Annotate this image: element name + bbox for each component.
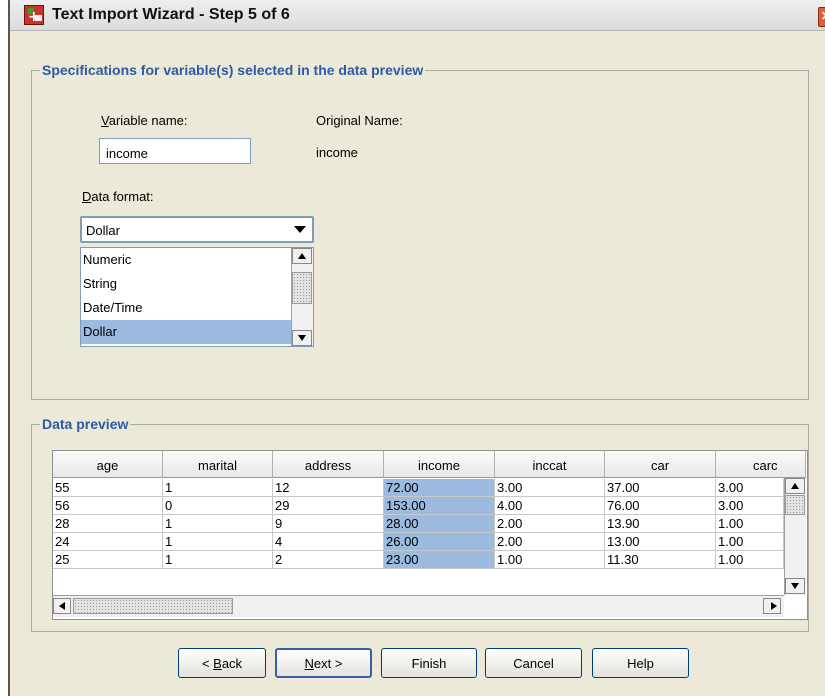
arrow-up-icon bbox=[791, 483, 799, 489]
column-header-income[interactable]: income bbox=[384, 451, 495, 478]
table-cell[interactable]: 37.00 bbox=[605, 479, 716, 497]
table-cell[interactable]: 3.00 bbox=[716, 497, 784, 515]
table-cell[interactable]: 1.00 bbox=[716, 533, 784, 551]
variable-name-input[interactable]: income bbox=[99, 138, 251, 164]
table-cell[interactable]: 1.00 bbox=[495, 551, 605, 569]
help-button[interactable]: Help bbox=[592, 648, 689, 678]
table-cell[interactable]: 1 bbox=[163, 551, 273, 569]
chevron-down-icon[interactable] bbox=[294, 226, 306, 233]
table-cell[interactable]: 25 bbox=[53, 551, 163, 569]
column-header-age[interactable]: age bbox=[53, 451, 163, 478]
table-cell[interactable]: 0 bbox=[163, 497, 273, 515]
data-preview-grid[interactable]: age marital address income inccat car ca… bbox=[52, 450, 808, 620]
close-button[interactable]: ✕ bbox=[818, 7, 825, 27]
original-name-label: Original Name: bbox=[316, 113, 403, 128]
scroll-thumb[interactable] bbox=[292, 272, 312, 304]
finish-button[interactable]: Finish bbox=[381, 648, 477, 678]
scroll-left-button[interactable] bbox=[53, 598, 71, 614]
list-vertical-scrollbar[interactable] bbox=[291, 248, 313, 346]
window-title: Text Import Wizard - Step 5 of 6 bbox=[52, 6, 290, 23]
table-cell-selected[interactable]: 153.00 bbox=[384, 497, 495, 515]
table-cell[interactable]: 1 bbox=[163, 479, 273, 497]
format-option-date-time[interactable]: Date/Time bbox=[81, 296, 291, 320]
table-cell[interactable]: 13.00 bbox=[605, 533, 716, 551]
back-button[interactable]: < Back bbox=[178, 648, 266, 678]
scroll-up-button[interactable] bbox=[785, 478, 805, 494]
table-cell[interactable]: 2 bbox=[273, 551, 384, 569]
specifications-group-label: Specifications for variable(s) selected … bbox=[40, 62, 426, 78]
table-cell[interactable]: 1 bbox=[163, 515, 273, 533]
grid-horizontal-scrollbar[interactable] bbox=[53, 595, 784, 617]
table-cell[interactable]: 3.00 bbox=[716, 479, 784, 497]
format-option-dollar[interactable]: Dollar bbox=[81, 320, 291, 344]
column-header-inccat[interactable]: inccat bbox=[495, 451, 605, 478]
scroll-right-button[interactable] bbox=[763, 598, 781, 614]
data-format-selected-value: Dollar bbox=[86, 223, 120, 238]
table-cell[interactable]: 9 bbox=[273, 515, 384, 533]
table-cell[interactable]: 13.90 bbox=[605, 515, 716, 533]
variable-name-label: Variable name: bbox=[101, 113, 188, 128]
data-format-label: Data format: bbox=[82, 189, 154, 204]
format-option-numeric[interactable]: Numeric bbox=[81, 248, 291, 272]
next-button[interactable]: Next > bbox=[275, 648, 372, 678]
original-name-value: income bbox=[316, 145, 358, 160]
arrow-up-icon bbox=[298, 253, 306, 259]
cancel-button[interactable]: Cancel bbox=[485, 648, 582, 678]
arrow-left-icon bbox=[59, 602, 65, 610]
table-cell[interactable]: 24 bbox=[53, 533, 163, 551]
table-cell[interactable]: 1.00 bbox=[716, 551, 784, 569]
table-cell[interactable]: 28 bbox=[53, 515, 163, 533]
arrow-right-icon bbox=[771, 602, 777, 610]
table-cell-selected[interactable]: 72.00 bbox=[384, 479, 495, 497]
spss-data-icon: + bbox=[24, 5, 44, 25]
table-cell[interactable]: 4 bbox=[273, 533, 384, 551]
table-cell[interactable]: 3.00 bbox=[495, 479, 605, 497]
table-cell[interactable]: 55 bbox=[53, 479, 163, 497]
title-bar[interactable]: + Text Import Wizard - Step 5 of 6 ✕ bbox=[10, 0, 825, 31]
table-cell[interactable]: 29 bbox=[273, 497, 384, 515]
table-cell[interactable]: 4.00 bbox=[495, 497, 605, 515]
table-cell[interactable]: 56 bbox=[53, 497, 163, 515]
table-cell[interactable]: 1 bbox=[163, 533, 273, 551]
table-cell-selected[interactable]: 28.00 bbox=[384, 515, 495, 533]
table-cell-selected[interactable]: 26.00 bbox=[384, 533, 495, 551]
grid-vertical-scrollbar[interactable] bbox=[784, 478, 806, 595]
scroll-down-button[interactable] bbox=[292, 330, 312, 346]
arrow-down-icon bbox=[791, 583, 799, 589]
table-cell[interactable]: 2.00 bbox=[495, 515, 605, 533]
data-format-list[interactable]: Numeric String Date/Time Dollar bbox=[80, 247, 314, 347]
scroll-thumb[interactable] bbox=[73, 598, 233, 614]
table-cell[interactable]: 1.00 bbox=[716, 515, 784, 533]
table-cell[interactable]: 76.00 bbox=[605, 497, 716, 515]
table-cell[interactable]: 11.30 bbox=[605, 551, 716, 569]
column-header-address[interactable]: address bbox=[273, 451, 384, 478]
scroll-thumb[interactable] bbox=[785, 495, 805, 515]
scroll-up-button[interactable] bbox=[292, 248, 312, 264]
column-header-carc[interactable]: carc bbox=[716, 451, 806, 478]
arrow-down-icon bbox=[298, 335, 306, 341]
data-format-dropdown[interactable]: Dollar bbox=[80, 216, 314, 243]
table-cell[interactable]: 12 bbox=[273, 479, 384, 497]
scroll-down-button[interactable] bbox=[785, 578, 805, 594]
column-header-marital[interactable]: marital bbox=[163, 451, 273, 478]
table-cell-selected[interactable]: 23.00 bbox=[384, 551, 495, 569]
data-preview-group-label: Data preview bbox=[40, 416, 131, 432]
format-option-string[interactable]: String bbox=[81, 272, 291, 296]
table-cell[interactable]: 2.00 bbox=[495, 533, 605, 551]
column-header-car[interactable]: car bbox=[605, 451, 716, 478]
